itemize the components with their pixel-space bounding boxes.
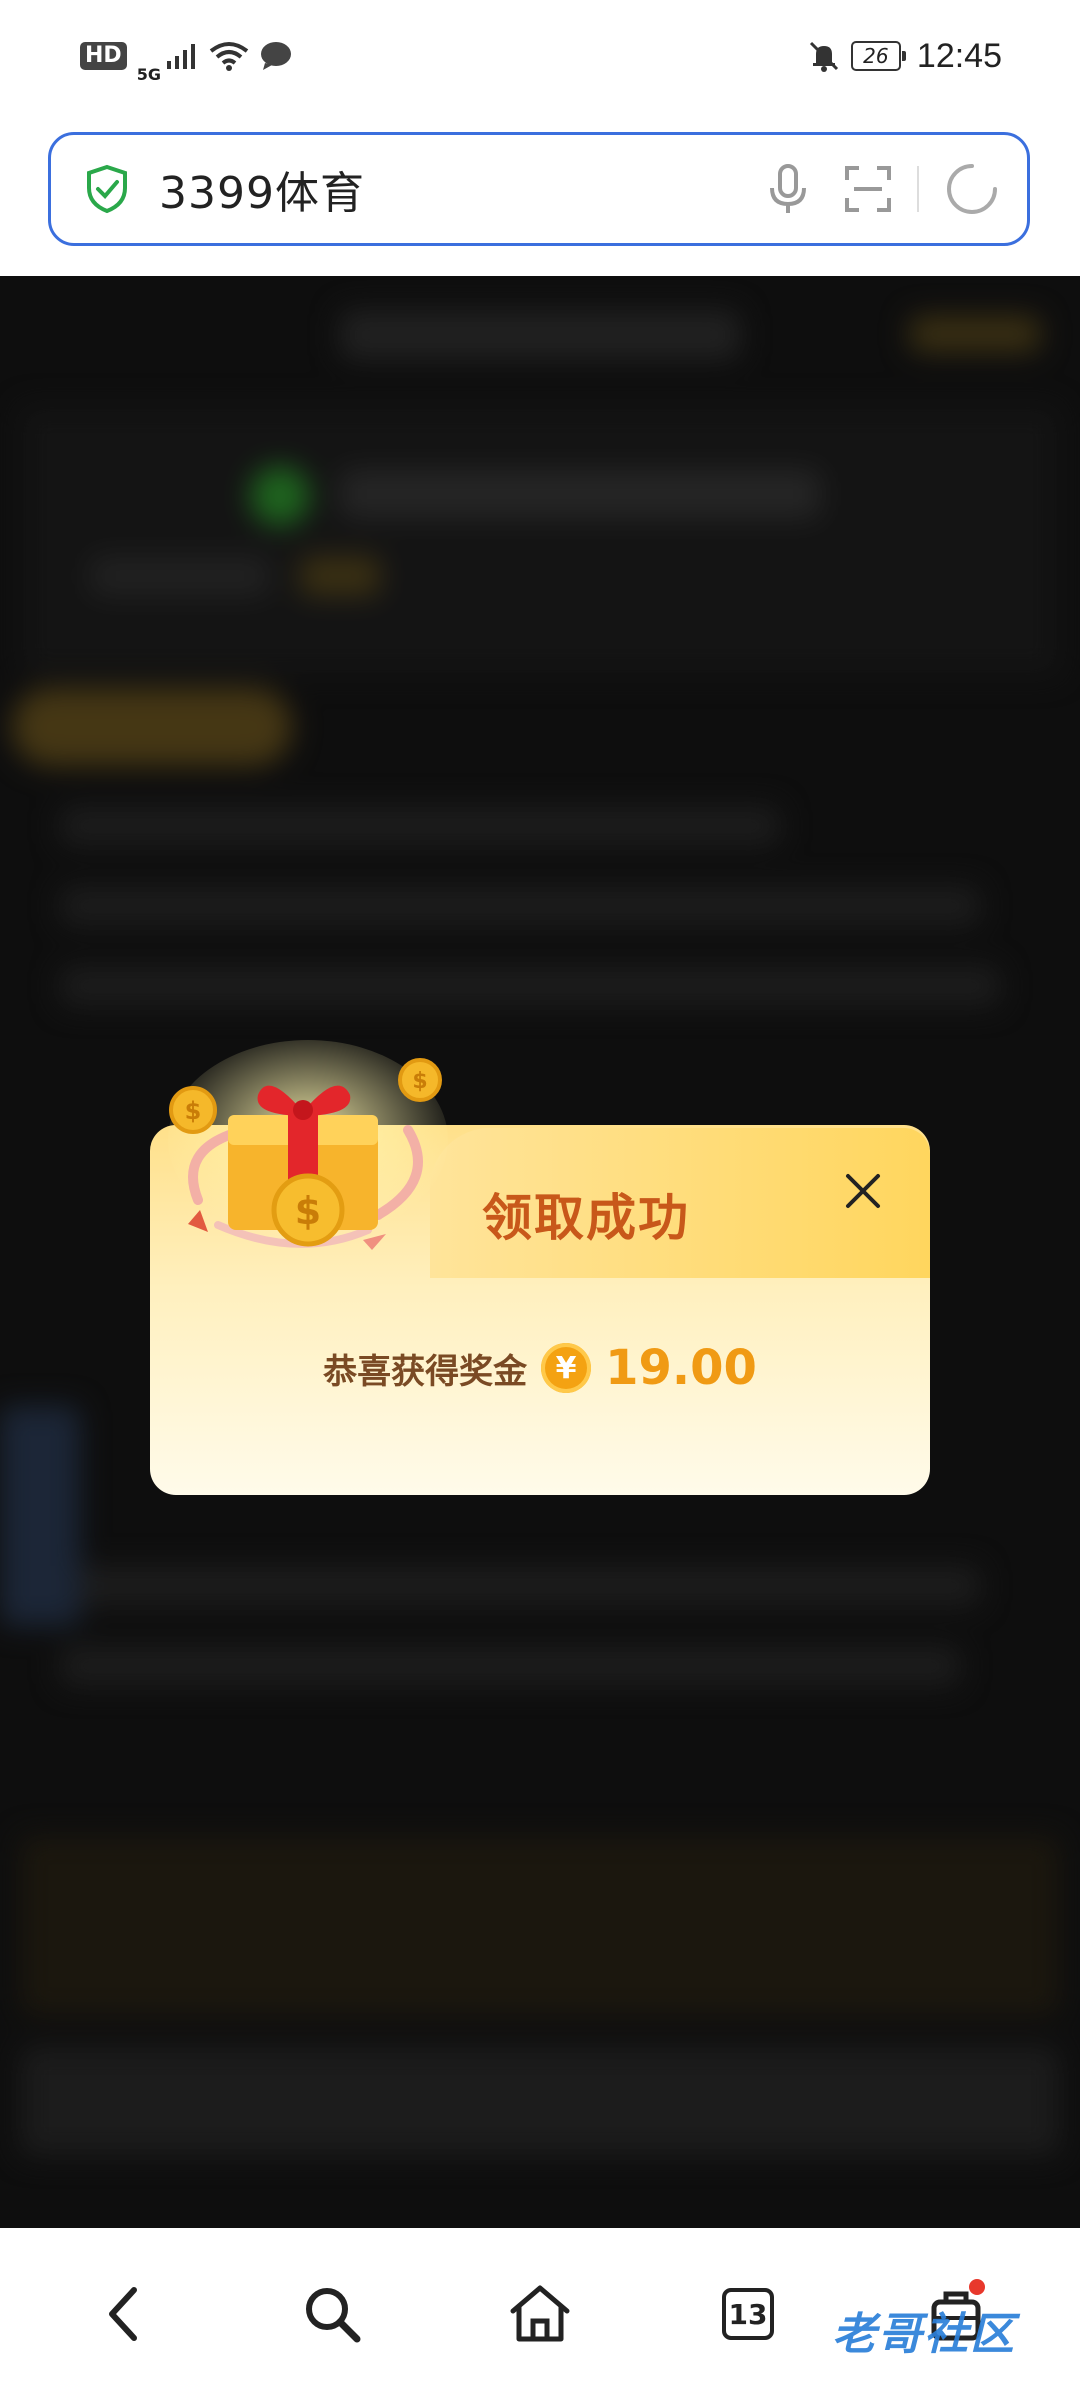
- loading-refresh-icon: [947, 164, 997, 214]
- popup-title: 领取成功: [482, 1189, 690, 1247]
- svg-text:$: $: [185, 1097, 202, 1125]
- close-icon[interactable]: [840, 1168, 886, 1214]
- search-button[interactable]: [287, 2269, 377, 2359]
- status-right-icons: 26 12:45: [807, 37, 1002, 76]
- hd-badge: HD: [80, 42, 127, 70]
- tab-count: 13: [722, 2288, 774, 2340]
- search-icon: [306, 2288, 361, 2343]
- watermark-logo: 老哥社区: [832, 2309, 1016, 2360]
- message-icon: [260, 42, 291, 70]
- reward-label: 恭喜获得奖金: [323, 1351, 528, 1392]
- status-bar: HD 5G 26 12:45: [0, 0, 1080, 112]
- voice-input-button[interactable]: [761, 162, 815, 216]
- home-icon: [510, 2285, 570, 2342]
- svg-text:$: $: [295, 1189, 321, 1233]
- battery-indicator: 26: [850, 41, 906, 71]
- yen-coin-icon: ¥: [541, 1343, 592, 1393]
- browser-toolbar: 3399体育: [0, 112, 1080, 276]
- reward-amount: 19.00: [605, 1340, 757, 1396]
- signal-icon: [166, 44, 195, 69]
- back-arrow-icon: [109, 2287, 137, 2341]
- security-shield-icon: [87, 164, 127, 214]
- microphone-icon: [770, 164, 806, 213]
- refresh-button[interactable]: [945, 162, 999, 216]
- wifi-icon: [209, 42, 249, 71]
- mute-bell-icon: [809, 41, 838, 72]
- network-type: 5G: [136, 64, 161, 84]
- svg-text:$: $: [412, 1069, 427, 1094]
- gift-box-icon: $ $ $: [168, 1040, 448, 1250]
- reward-message: 恭喜获得奖金 ¥ 19.00: [150, 1340, 930, 1396]
- tabs-button[interactable]: 13: [703, 2269, 793, 2359]
- reward-popup: 领取成功 $ $ $ 恭喜获得奖金 ¥ 19.00: [150, 1040, 930, 1495]
- status-left-icons: HD 5G: [80, 29, 293, 84]
- notification-dot: [969, 2279, 985, 2295]
- address-text[interactable]: 3399体育: [159, 157, 735, 221]
- address-divider: [917, 166, 919, 212]
- address-bar[interactable]: 3399体育: [48, 132, 1030, 246]
- scan-icon: [845, 166, 891, 212]
- scan-button[interactable]: [841, 162, 895, 216]
- clock: 12:45: [916, 36, 1002, 75]
- home-button[interactable]: [495, 2269, 585, 2359]
- back-button[interactable]: [79, 2269, 169, 2359]
